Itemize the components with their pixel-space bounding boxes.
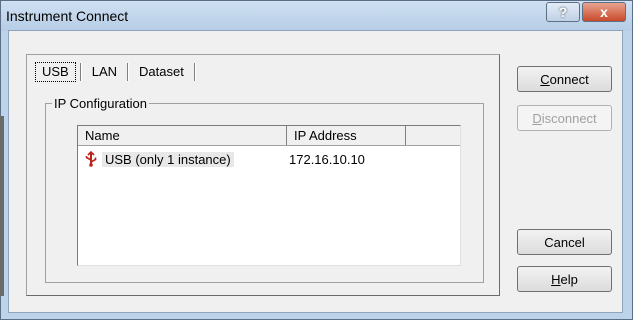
column-header-name[interactable]: Name (78, 126, 287, 145)
tab-separator (193, 63, 196, 81)
cancel-button[interactable]: Cancel (517, 229, 612, 255)
tab-lan[interactable]: LAN (86, 63, 123, 81)
group-label: IP Configuration (52, 96, 149, 111)
tab-dataset[interactable]: Dataset (133, 63, 190, 81)
disconnect-label: isconnect (541, 110, 597, 126)
help-titlebar-button[interactable]: ? (546, 2, 580, 22)
list-item-name: USB (only 1 instance) (102, 151, 234, 167)
title-bar[interactable]: Instrument Connect ? x (1, 1, 632, 31)
tab-separator (127, 63, 130, 81)
disconnect-button[interactable]: Disconnect (517, 105, 612, 131)
close-button[interactable]: x (582, 2, 626, 22)
help-label: elp (560, 271, 578, 287)
tab-separator (79, 63, 82, 81)
tab-strip: USB LAN Dataset (35, 62, 200, 82)
help-button[interactable]: Help (517, 266, 612, 292)
cancel-label: Cancel (544, 234, 585, 250)
tab-usb[interactable]: USB (35, 62, 76, 82)
close-icon: x (600, 4, 608, 20)
connect-button[interactable]: Connect (517, 66, 612, 92)
list-item[interactable]: USB (only 1 instance) (84, 149, 234, 169)
instrument-list[interactable]: Name IP Address USB (only 1 instance) 17… (77, 125, 461, 266)
help-mnemonic: H (551, 271, 561, 287)
connect-label: onnect (549, 71, 589, 87)
usb-icon (85, 151, 97, 167)
list-header: Name IP Address (78, 126, 460, 146)
connect-mnemonic: C (540, 71, 550, 87)
column-header-ip-address[interactable]: IP Address (287, 126, 406, 145)
disconnect-mnemonic: D (532, 110, 542, 126)
window-title: Instrument Connect (6, 8, 129, 24)
left-edge-shadow (0, 116, 4, 296)
question-icon: ? (558, 4, 568, 20)
list-item-ip: 172.16.10.10 (289, 152, 365, 167)
